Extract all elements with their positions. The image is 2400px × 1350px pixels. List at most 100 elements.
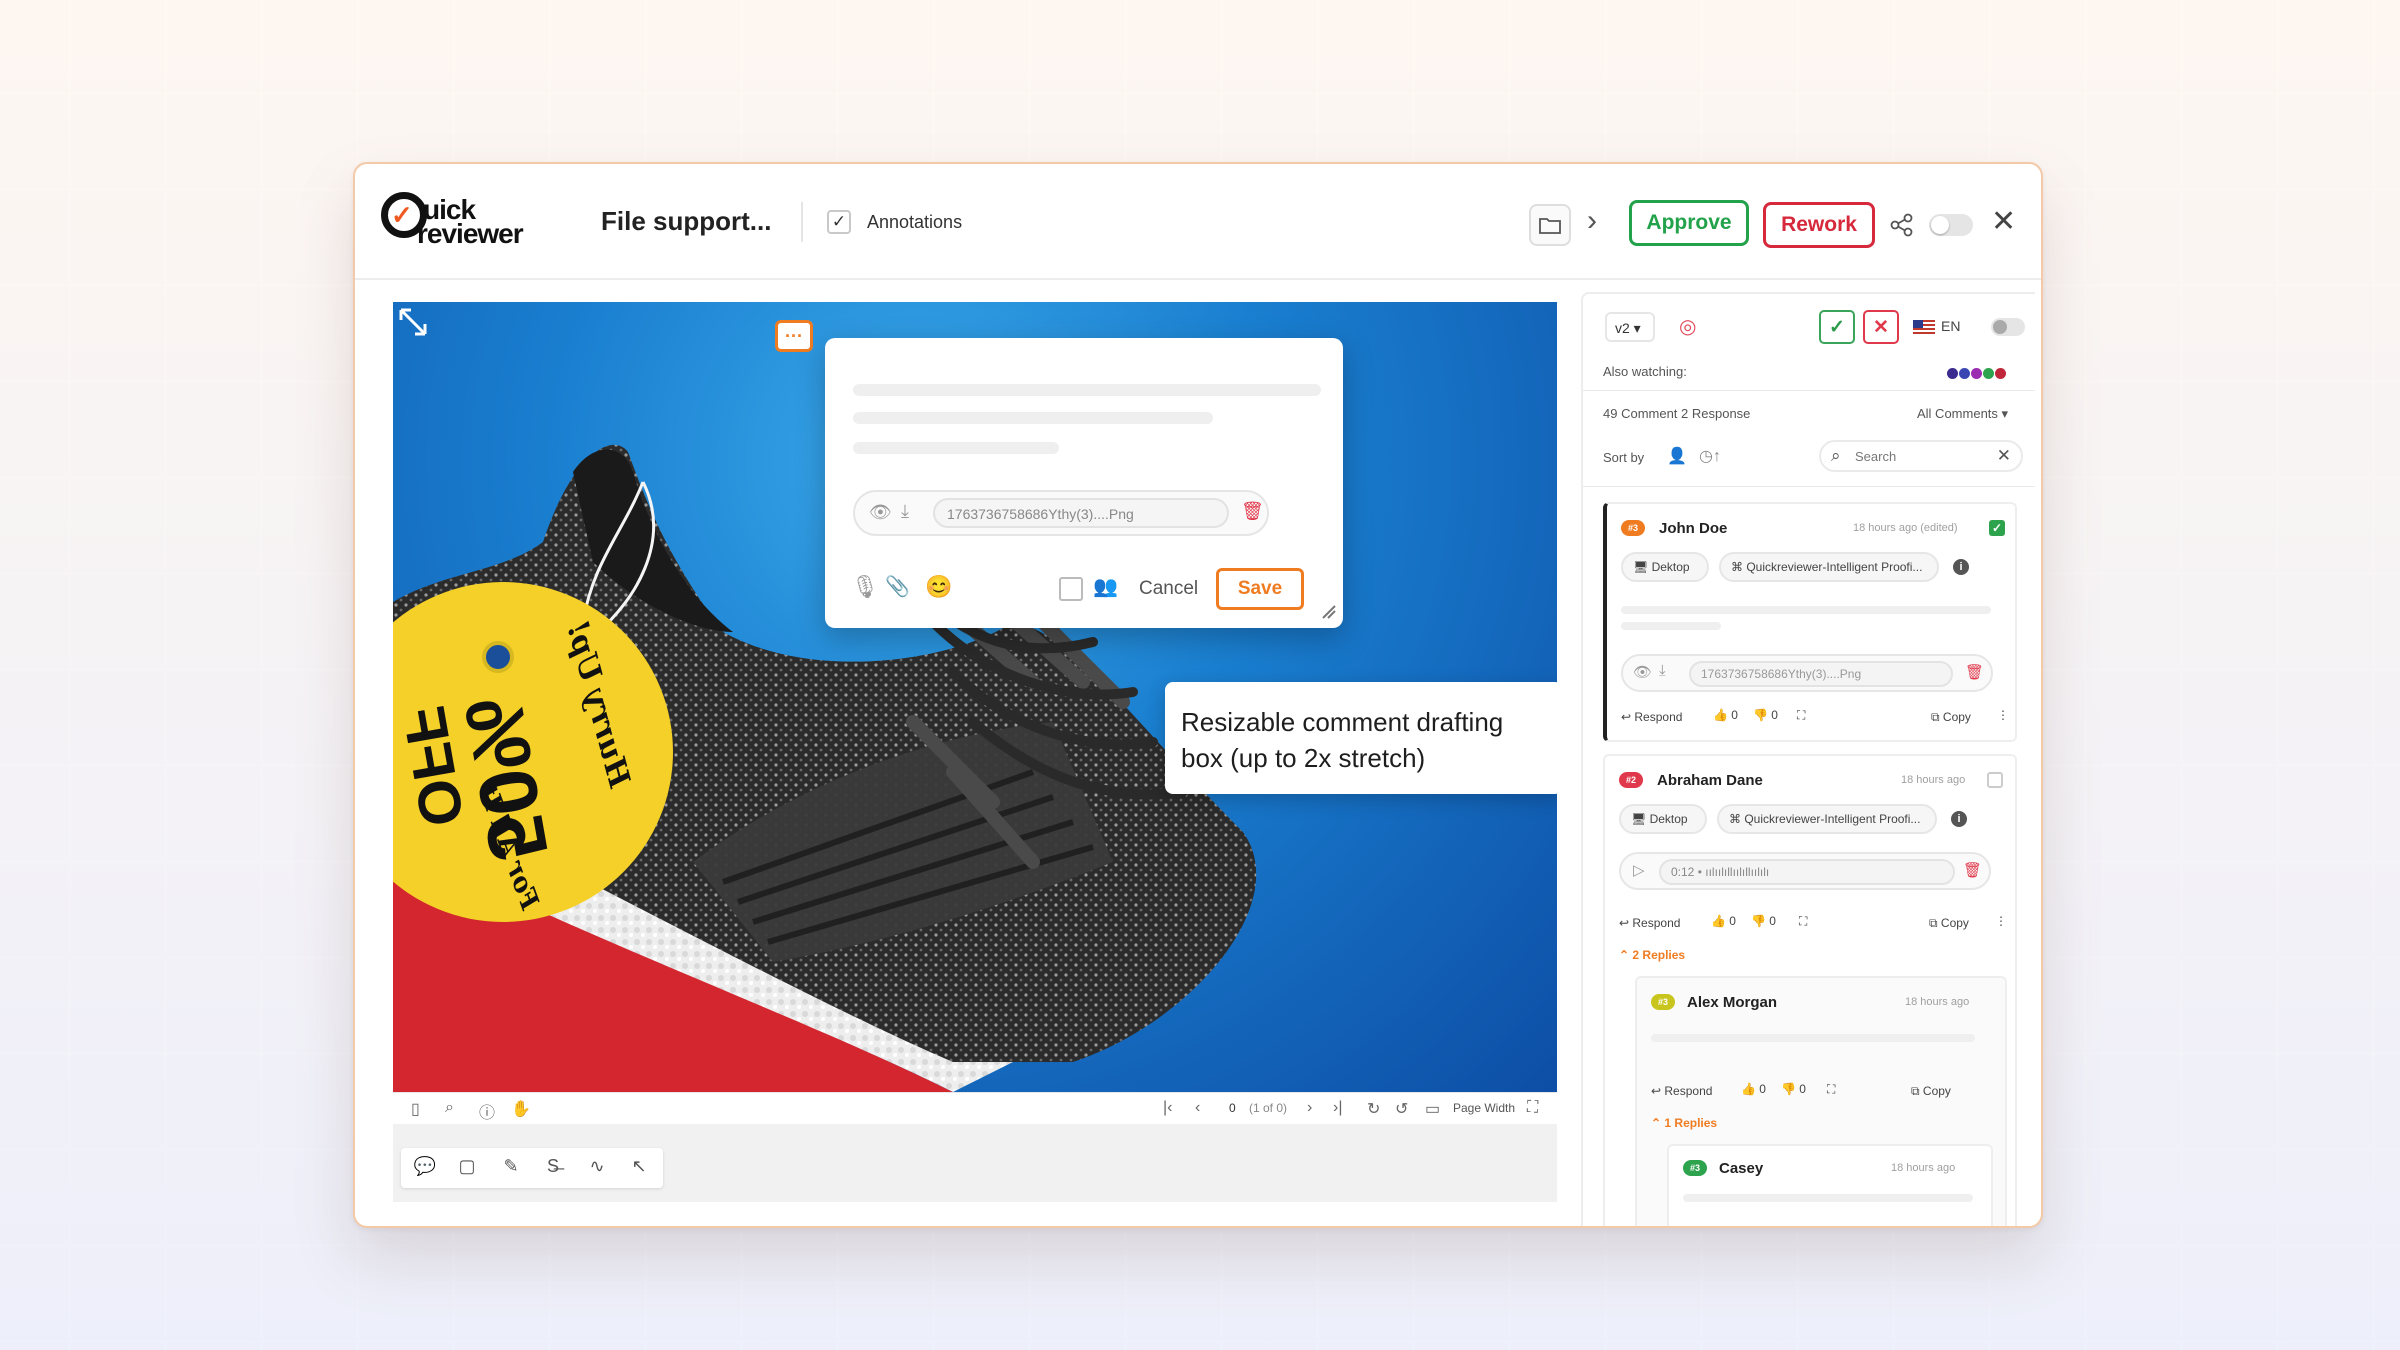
rectangle-tool-icon[interactable]: ▢	[455, 1156, 479, 1180]
watcher-avatar[interactable]	[1971, 368, 1982, 379]
save-button[interactable]: Save	[1216, 568, 1304, 610]
audio-player[interactable]: 0:12 • ıılıılıllıılıllıılılı	[1659, 859, 1955, 885]
resolved-checkbox[interactable]: ✓	[1989, 520, 2005, 536]
watcher-avatar[interactable]	[1983, 368, 1994, 379]
respond-button[interactable]: ↩ Respond	[1651, 1084, 1712, 1098]
sidebar-toggle-icon[interactable]: ▯	[411, 1099, 420, 1119]
comment-card[interactable]: #3 John Doe 18 hours ago (edited) ✓ 🖥 De…	[1603, 502, 2017, 742]
copy-button[interactable]: ⧉ Copy	[1931, 710, 1971, 725]
eye-icon[interactable]: 👁	[869, 502, 892, 523]
replies-toggle[interactable]: ⌃ 1 Replies	[1651, 1116, 1717, 1130]
rework-button[interactable]: Rework	[1763, 202, 1875, 248]
us-flag-icon[interactable]	[1913, 320, 1935, 334]
nested-reply-card[interactable]: #3 Casey 18 hours ago	[1667, 1144, 1993, 1226]
prev-page-icon[interactable]: ‹	[1195, 1099, 1200, 1117]
more-options-icon[interactable]: ⋮	[1997, 708, 2009, 722]
resize-handle-icon[interactable]	[1321, 604, 1337, 620]
more-options-icon[interactable]: ⋮	[1995, 914, 2007, 928]
download-icon[interactable]: ⤓	[1659, 662, 1666, 679]
version-select[interactable]: v2 ▾	[1605, 312, 1655, 342]
hand-tool-icon[interactable]: ✋	[511, 1099, 531, 1119]
comment-marker-icon[interactable]: ···	[775, 320, 813, 352]
sort-time-icon[interactable]: ◷↑	[1699, 446, 1721, 466]
expand-icon[interactable]: ⛶	[1799, 914, 1807, 929]
watchers-avatars[interactable]	[1947, 366, 2007, 384]
annotations-label: Annotations	[867, 212, 963, 232]
clear-search-icon[interactable]: ✕	[1997, 446, 2011, 466]
comment-draft-box[interactable]: 👁 ⤓ 1763736758686Ythy(3)....Png 🗑 🎙 📎 😊 …	[825, 338, 1343, 628]
info-icon[interactable]: i	[1953, 559, 1969, 575]
quickreviewer-logo[interactable]: ✓ uick reviewer	[381, 192, 551, 252]
reject-x-button[interactable]: ✕	[1863, 310, 1899, 344]
file-title: File support...	[601, 206, 772, 236]
trash-icon[interactable]: 🗑	[1965, 663, 1984, 681]
like-button[interactable]: 👍 0	[1711, 914, 1736, 928]
first-page-icon[interactable]: |‹	[1163, 1099, 1172, 1117]
replies-toggle[interactable]: ⌃ 2 Replies	[1619, 948, 1685, 962]
respond-button[interactable]: ↩ Respond	[1619, 916, 1680, 930]
copy-button[interactable]: ⧉ Copy	[1911, 1084, 1951, 1099]
eye-icon[interactable]: 👁	[1633, 663, 1652, 681]
panel-toggle[interactable]	[1991, 318, 2025, 336]
play-icon[interactable]: ▷	[1633, 861, 1645, 879]
dislike-button[interactable]: 👎 0	[1753, 708, 1778, 722]
last-page-icon[interactable]: ›|	[1333, 1099, 1342, 1117]
freehand-tool-icon[interactable]: ∿	[585, 1156, 609, 1180]
page-icon[interactable]: ▭	[1425, 1099, 1440, 1119]
expand-icon[interactable]: ⛶	[1827, 1082, 1835, 1097]
language-label[interactable]: EN	[1941, 318, 1960, 334]
dislike-button[interactable]: 👎 0	[1781, 1082, 1806, 1096]
hide-annotations-icon[interactable]: ◎	[1679, 314, 1696, 339]
cancel-button[interactable]: Cancel	[1139, 578, 1198, 600]
respond-button[interactable]: ↩ Respond	[1621, 710, 1682, 724]
approve-button[interactable]: Approve	[1629, 200, 1749, 246]
like-button[interactable]: 👍 0	[1741, 1082, 1766, 1096]
trash-icon[interactable]: 🗑	[1963, 861, 1982, 879]
pen-tool-icon[interactable]: ✎	[499, 1156, 523, 1180]
like-button[interactable]: 👍 0	[1713, 708, 1738, 722]
folder-button[interactable]	[1529, 204, 1571, 246]
approve-check-button[interactable]: ✓	[1819, 310, 1855, 344]
microphone-icon[interactable]: 🎙	[851, 574, 879, 600]
strikethrough-tool-icon[interactable]: S̶	[541, 1156, 565, 1180]
close-icon[interactable]: ✕	[1991, 204, 2016, 239]
trash-icon[interactable]: 🗑	[1241, 501, 1264, 522]
rotate-ccw-icon[interactable]: ↺	[1395, 1099, 1408, 1119]
copy-button[interactable]: ⧉ Copy	[1929, 916, 1969, 931]
comment-tool-icon[interactable]: 💬	[413, 1156, 437, 1180]
header-toggle[interactable]	[1929, 214, 1973, 236]
expand-icon[interactable]: ⛶	[1797, 708, 1805, 723]
comments-filter-select[interactable]: All Comments ▾	[1917, 406, 2008, 422]
resolved-checkbox[interactable]	[1987, 772, 2003, 788]
annotations-checkbox[interactable]: ✓	[827, 210, 851, 234]
watcher-avatar[interactable]	[1947, 368, 1958, 379]
watcher-avatar[interactable]	[1959, 368, 1970, 379]
draft-checkbox[interactable]	[1059, 577, 1083, 601]
page-width-select[interactable]: Page Width	[1453, 1101, 1515, 1115]
watcher-avatar[interactable]	[1995, 368, 2006, 379]
image-canvas[interactable]: Hurry Up! 50% OFF For All It ··· 👁 ⤓ 176…	[393, 302, 1557, 1092]
comments-panel: v2 ▾ ◎ ✓ ✕ EN Also watching: 49 Comment …	[1581, 292, 2035, 1226]
emoji-icon[interactable]: 😊	[925, 574, 952, 600]
logo-check-icon: ✓	[391, 200, 413, 230]
next-page-icon[interactable]: ›	[1307, 1099, 1312, 1117]
dislike-button[interactable]: 👎 0	[1751, 914, 1776, 928]
next-file-chevron-icon[interactable]: ›	[1587, 204, 1597, 238]
paperclip-icon[interactable]: 📎	[885, 574, 910, 599]
page-current[interactable]: 0	[1229, 1101, 1236, 1115]
comment-card[interactable]: #2 Abraham Dane 18 hours ago 🖥 Dektop ⌘ …	[1603, 754, 2017, 1226]
fullscreen-icon[interactable]: ⛶	[1527, 1099, 1538, 1117]
info-icon[interactable]: ⓘ	[479, 1099, 495, 1123]
info-icon[interactable]: i	[1951, 811, 1967, 827]
search-input[interactable]: ⌕ Search ✕	[1819, 440, 2023, 472]
zoom-icon[interactable]: ⌕	[445, 1099, 454, 1117]
like-count: 0	[1731, 708, 1738, 722]
rotate-cw-icon[interactable]: ↻	[1367, 1099, 1380, 1119]
sort-user-icon[interactable]: 👤	[1667, 446, 1687, 466]
pointer-tool-icon[interactable]: ↖	[627, 1156, 651, 1180]
reply-card[interactable]: #3 Alex Morgan 18 hours ago ↩ Respond 👍 …	[1635, 976, 2007, 1226]
download-icon[interactable]: ⤓	[901, 501, 909, 522]
assign-users-icon[interactable]: 👥	[1093, 574, 1118, 599]
reply-time: 18 hours ago	[1905, 996, 1970, 1008]
share-icon[interactable]	[1889, 212, 1915, 238]
